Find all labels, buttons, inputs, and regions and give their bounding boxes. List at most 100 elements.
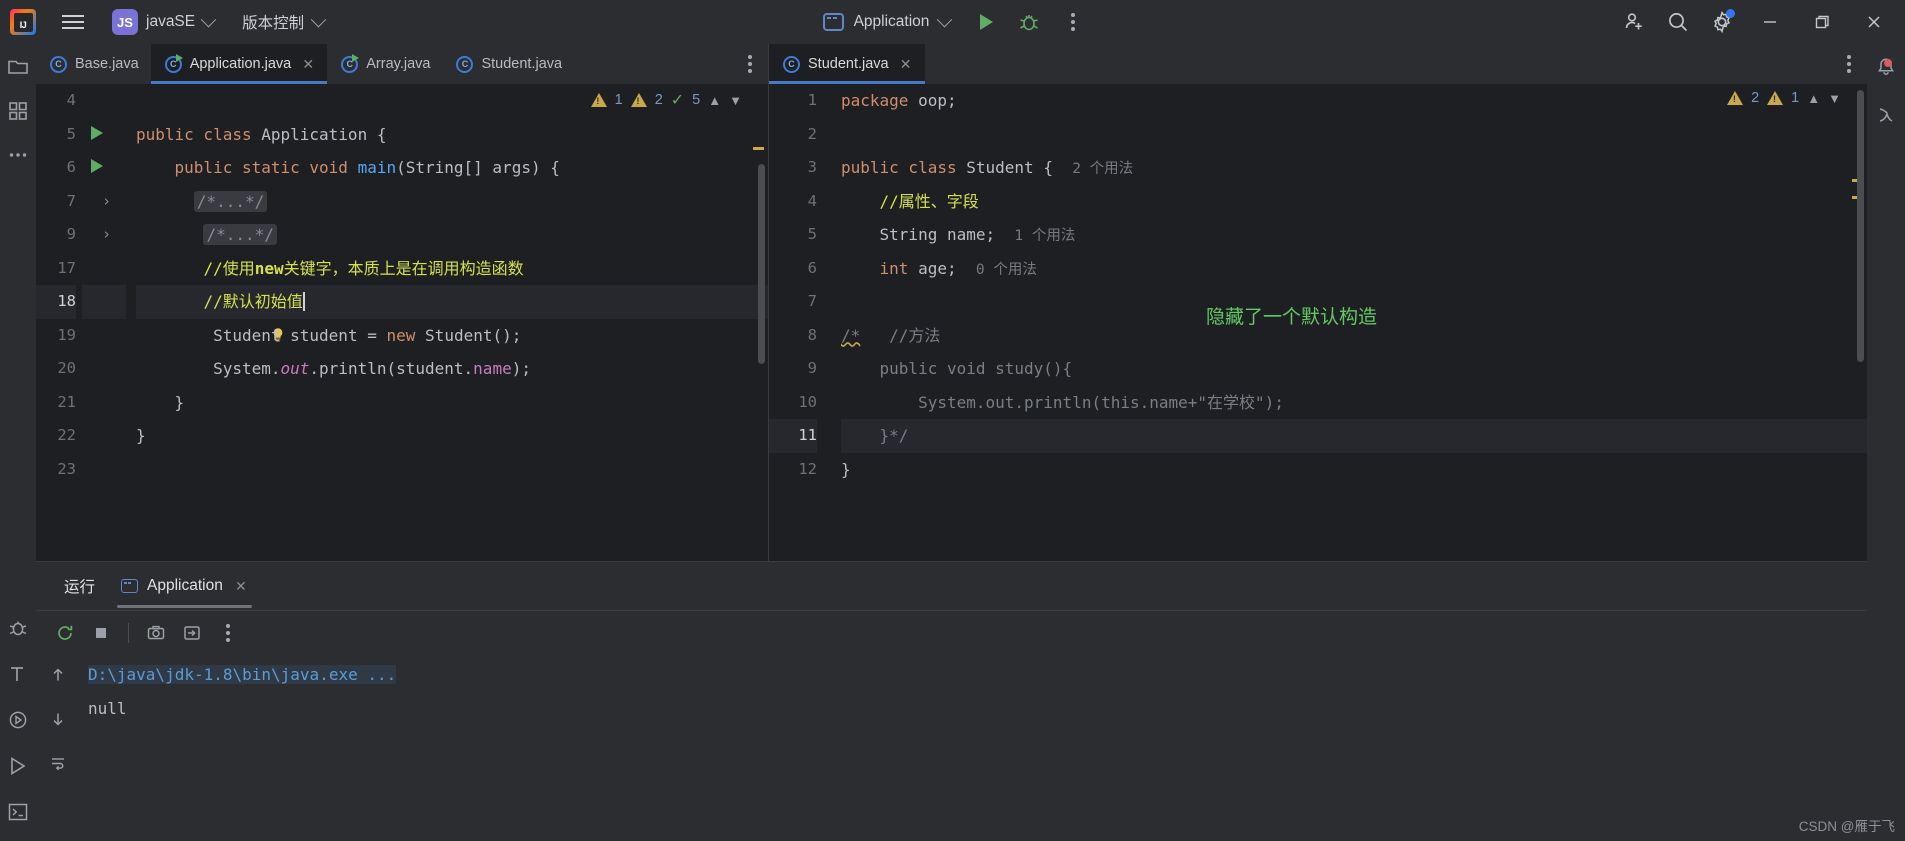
soft-wrap-button[interactable] <box>43 748 73 778</box>
code-line: /*...*/ <box>136 185 768 219</box>
java-class-icon: C <box>456 55 474 73</box>
folded-comment-region[interactable]: /*...*/ <box>193 190 268 212</box>
run-icon[interactable] <box>5 753 31 779</box>
line-number: 4 <box>807 191 817 210</box>
scroll-up-button[interactable] <box>43 660 73 690</box>
run-panel-toolbar <box>36 610 1867 654</box>
tab-array-java[interactable]: C Array.java <box>327 44 442 84</box>
terminal-icon[interactable] <box>5 799 31 825</box>
right-gutter: 1 2 3 4 5 6 7 8 9 10 11 12 <box>769 84 831 561</box>
ai-assistant-icon[interactable] <box>1873 102 1899 128</box>
export-icon <box>184 625 200 640</box>
code-line: //使用new关键字，本质上是在调用构造函数 <box>203 258 524 278</box>
tab-base-java[interactable]: C Base.java <box>36 44 151 84</box>
usage-hint[interactable]: 1 个用法 <box>1014 228 1075 244</box>
folded-comment-region[interactable]: /*...*/ <box>203 224 277 245</box>
scroll-down-button[interactable] <box>43 704 73 734</box>
settings-button[interactable] <box>1703 5 1741 39</box>
line-number: 18 <box>36 285 76 319</box>
code-line: public class Student { 2 个用法 <box>841 158 1134 177</box>
line-number: 12 <box>798 459 817 478</box>
minimize-button[interactable] <box>1747 0 1793 44</box>
console-line: null <box>88 699 127 718</box>
screenshot-button[interactable] <box>141 618 171 648</box>
project-selector[interactable]: JS javaSE <box>104 5 222 39</box>
run-button[interactable] <box>968 5 1002 39</box>
run-config-icon <box>121 579 139 593</box>
tab-label: Student.java <box>481 56 563 72</box>
run-configuration-selector[interactable]: Application <box>815 9 959 35</box>
right-editor[interactable]: 1 2 3 4 5 6 7 8 9 10 11 12 package oop; … <box>769 84 1867 561</box>
run-more-options-button[interactable] <box>213 618 243 648</box>
tab-close-icon[interactable]: ✕ <box>301 56 315 73</box>
fold-marker[interactable]: › <box>82 185 126 219</box>
terminal-text-icon[interactable] <box>5 661 31 687</box>
services-icon[interactable] <box>5 707 31 733</box>
run-more-button[interactable] <box>1056 5 1090 39</box>
code-line: public void study(){ <box>879 359 1073 378</box>
more-vertical-icon <box>226 630 230 635</box>
run-panel-header: 运行 Application ✕ <box>36 562 1867 610</box>
stop-button[interactable] <box>86 618 116 648</box>
right-code-content[interactable]: package oop; public class Student { 2 个用… <box>831 84 1867 561</box>
left-editor-scrollbar[interactable] <box>758 164 765 364</box>
add-user-button[interactable] <box>1615 5 1653 39</box>
next-problem-icon[interactable]: ▼ <box>1828 91 1841 106</box>
arrow-down-icon <box>53 713 63 726</box>
project-name-label: javaSE <box>146 13 196 30</box>
left-code-content[interactable]: public class Application { public static… <box>126 84 768 561</box>
line-number: 10 <box>798 392 817 411</box>
run-line-marker[interactable] <box>82 118 126 152</box>
debug-button[interactable] <box>1012 5 1046 39</box>
rerun-button[interactable] <box>50 618 80 648</box>
tab-student-java[interactable]: C Student.java <box>442 44 574 84</box>
right-editor-scrollbar[interactable] <box>1857 90 1864 362</box>
fold-marker[interactable]: › <box>82 218 126 252</box>
run-config-icon <box>822 13 844 31</box>
more-dots-icon[interactable] <box>5 142 31 168</box>
run-session-tab[interactable]: Application ✕ <box>109 562 260 610</box>
notifications-bell-icon[interactable] <box>1873 54 1899 80</box>
close-button[interactable] <box>1851 0 1897 44</box>
maximize-button[interactable] <box>1799 0 1845 44</box>
code-line: } <box>841 459 851 479</box>
error-icon <box>590 93 607 107</box>
left-tabs-more-button[interactable] <box>732 44 768 84</box>
next-problem-icon[interactable]: ▼ <box>729 93 742 108</box>
error-stripe-marker[interactable] <box>753 147 764 150</box>
java-class-icon: C <box>783 55 800 73</box>
right-tabs-more-button[interactable] <box>1831 44 1867 84</box>
intellij-logo-icon: IJ <box>10 9 36 35</box>
vcs-menu[interactable]: 版本控制 <box>234 7 332 37</box>
usage-hint[interactable]: 0 个用法 <box>976 262 1037 278</box>
previous-problem-icon[interactable]: ▲ <box>1807 91 1820 106</box>
right-inspection-widget[interactable]: 2 1 ▲ ▼ <box>1727 90 1841 106</box>
text-caret <box>302 292 305 311</box>
intention-bulb-icon[interactable] <box>82 285 283 342</box>
left-editor-pane: C Base.java C Application.java ✕ C Array… <box>36 44 769 561</box>
debug-icon[interactable] <box>5 615 31 641</box>
left-inspection-widget[interactable]: 1 2 ✓ 5 ▲ ▼ <box>590 90 742 110</box>
tab-application-java[interactable]: C Application.java ✕ <box>150 44 328 84</box>
line-number: 11 <box>769 419 817 453</box>
main-menu-icon[interactable] <box>54 7 92 37</box>
line-number: 19 <box>57 325 76 344</box>
line-number: 6 <box>807 258 817 277</box>
previous-problem-icon[interactable]: ▲ <box>708 93 721 108</box>
run-line-marker[interactable] <box>82 151 126 185</box>
usage-hint[interactable]: 2 个用法 <box>1072 161 1133 177</box>
right-tool-rail <box>1867 44 1905 841</box>
project-folder-icon[interactable] <box>5 54 31 80</box>
code-line: } <box>174 392 185 412</box>
tab-close-icon[interactable]: ✕ <box>899 56 913 73</box>
tab-student-java-right[interactable]: C Student.java ✕ <box>769 44 925 84</box>
export-button[interactable] <box>177 618 207 648</box>
code-line: System.out.println(this.name+"在学校"); <box>918 392 1284 412</box>
search-button[interactable] <box>1659 5 1697 39</box>
line-number: 8 <box>807 325 817 344</box>
more-vertical-icon <box>1071 20 1076 24</box>
left-editor[interactable]: 4 5 6 7 9 17 18 19 20 21 22 23 › › publi… <box>36 84 768 561</box>
structure-icon[interactable] <box>5 98 31 124</box>
console-output[interactable]: D:\java\jdk-1.8\bin\java.exe ... null <box>80 654 1867 841</box>
tab-close-icon[interactable]: ✕ <box>234 578 248 595</box>
